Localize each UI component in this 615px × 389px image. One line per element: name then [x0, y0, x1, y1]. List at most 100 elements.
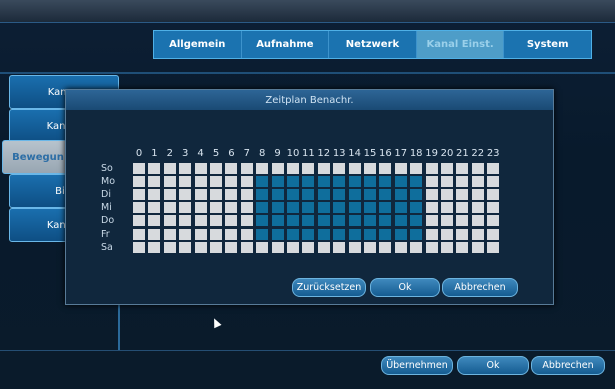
schedule-cell[interactable] [133, 228, 145, 240]
schedule-cell[interactable] [240, 189, 253, 201]
schedule-cell[interactable] [302, 228, 315, 240]
schedule-cell[interactable] [163, 189, 176, 201]
schedule-cell[interactable] [317, 241, 330, 253]
schedule-cell[interactable] [317, 163, 330, 174]
schedule-cell[interactable] [317, 176, 330, 188]
schedule-cell[interactable] [240, 215, 253, 227]
schedule-cell[interactable] [148, 215, 161, 227]
schedule-cell[interactable] [487, 202, 500, 214]
schedule-cell[interactable] [256, 241, 269, 253]
schedule-cell[interactable] [302, 202, 315, 214]
dialog-cancel-button[interactable]: Abbrechen [442, 278, 518, 297]
schedule-cell[interactable] [194, 163, 207, 174]
schedule-cell[interactable] [148, 228, 161, 240]
schedule-cell[interactable] [179, 176, 192, 188]
sidebar-item-bewegung[interactable]: Bewegun [2, 140, 74, 174]
schedule-cell[interactable] [179, 189, 192, 201]
schedule-cell[interactable] [179, 228, 192, 240]
schedule-cell[interactable] [271, 228, 284, 240]
schedule-cell[interactable] [456, 189, 469, 201]
schedule-cell[interactable] [225, 189, 238, 201]
schedule-cell[interactable] [333, 215, 346, 227]
schedule-cell[interactable] [194, 176, 207, 188]
schedule-cell[interactable] [317, 202, 330, 214]
schedule-cell[interactable] [425, 241, 438, 253]
schedule-cell[interactable] [379, 241, 392, 253]
schedule-cell[interactable] [348, 176, 361, 188]
schedule-cell[interactable] [287, 163, 299, 174]
schedule-cell[interactable] [240, 163, 253, 174]
schedule-cell[interactable] [287, 189, 299, 201]
schedule-cell[interactable] [456, 163, 469, 174]
schedule-cell[interactable] [456, 202, 469, 214]
schedule-cell[interactable] [210, 202, 222, 214]
ok-button[interactable]: Ok [457, 356, 529, 375]
schedule-cell[interactable] [348, 189, 361, 201]
schedule-cell[interactable] [163, 215, 176, 227]
schedule-cell[interactable] [364, 215, 376, 227]
schedule-cell[interactable] [287, 228, 299, 240]
schedule-cell[interactable] [256, 202, 269, 214]
schedule-cell[interactable] [333, 189, 346, 201]
schedule-cell[interactable] [302, 189, 315, 201]
apply-button[interactable]: Übernehmen [381, 356, 453, 375]
schedule-cell[interactable] [317, 189, 330, 201]
schedule-cell[interactable] [148, 202, 161, 214]
schedule-cell[interactable] [317, 228, 330, 240]
schedule-cell[interactable] [410, 241, 423, 253]
schedule-cell[interactable] [364, 228, 376, 240]
schedule-cell[interactable] [364, 163, 376, 174]
schedule-cell[interactable] [287, 176, 299, 188]
schedule-cell[interactable] [133, 202, 145, 214]
schedule-cell[interactable] [333, 163, 346, 174]
schedule-cell[interactable] [394, 176, 407, 188]
schedule-cell[interactable] [287, 215, 299, 227]
schedule-cell[interactable] [240, 228, 253, 240]
schedule-cell[interactable] [333, 176, 346, 188]
schedule-cell[interactable] [179, 163, 192, 174]
schedule-cell[interactable] [333, 228, 346, 240]
schedule-cell[interactable] [302, 176, 315, 188]
schedule-cell[interactable] [456, 228, 469, 240]
schedule-cell[interactable] [133, 189, 145, 201]
schedule-cell[interactable] [225, 202, 238, 214]
schedule-cell[interactable] [148, 241, 161, 253]
schedule-cell[interactable] [194, 228, 207, 240]
schedule-cell[interactable] [394, 228, 407, 240]
schedule-cell[interactable] [256, 176, 269, 188]
schedule-cell[interactable] [348, 163, 361, 174]
schedule-cell[interactable] [441, 228, 453, 240]
schedule-cell[interactable] [317, 215, 330, 227]
schedule-cell[interactable] [425, 228, 438, 240]
schedule-cell[interactable] [271, 176, 284, 188]
schedule-cell[interactable] [471, 215, 484, 227]
schedule-cell[interactable] [471, 202, 484, 214]
schedule-cell[interactable] [333, 202, 346, 214]
schedule-cell[interactable] [487, 215, 500, 227]
schedule-cell[interactable] [364, 241, 376, 253]
schedule-cell[interactable] [271, 189, 284, 201]
schedule-cell[interactable] [364, 176, 376, 188]
schedule-cell[interactable] [302, 215, 315, 227]
schedule-cell[interactable] [271, 202, 284, 214]
schedule-cell[interactable] [487, 241, 500, 253]
schedule-cell[interactable] [194, 241, 207, 253]
schedule-cell[interactable] [456, 215, 469, 227]
schedule-cell[interactable] [348, 228, 361, 240]
schedule-cell[interactable] [394, 163, 407, 174]
schedule-cell[interactable] [425, 176, 438, 188]
schedule-cell[interactable] [225, 176, 238, 188]
schedule-cell[interactable] [410, 189, 423, 201]
schedule-cell[interactable] [179, 202, 192, 214]
tab-aufnahme[interactable]: Aufnahme [242, 31, 330, 58]
schedule-cell[interactable] [302, 163, 315, 174]
schedule-cell[interactable] [256, 228, 269, 240]
schedule-cell[interactable] [163, 176, 176, 188]
schedule-cell[interactable] [456, 176, 469, 188]
schedule-cell[interactable] [333, 241, 346, 253]
schedule-cell[interactable] [179, 215, 192, 227]
tab-kanal-einst[interactable]: Kanal Einst. [416, 31, 505, 58]
schedule-cell[interactable] [133, 163, 145, 174]
schedule-cell[interactable] [163, 202, 176, 214]
dialog-ok-button[interactable]: Ok [370, 278, 440, 297]
